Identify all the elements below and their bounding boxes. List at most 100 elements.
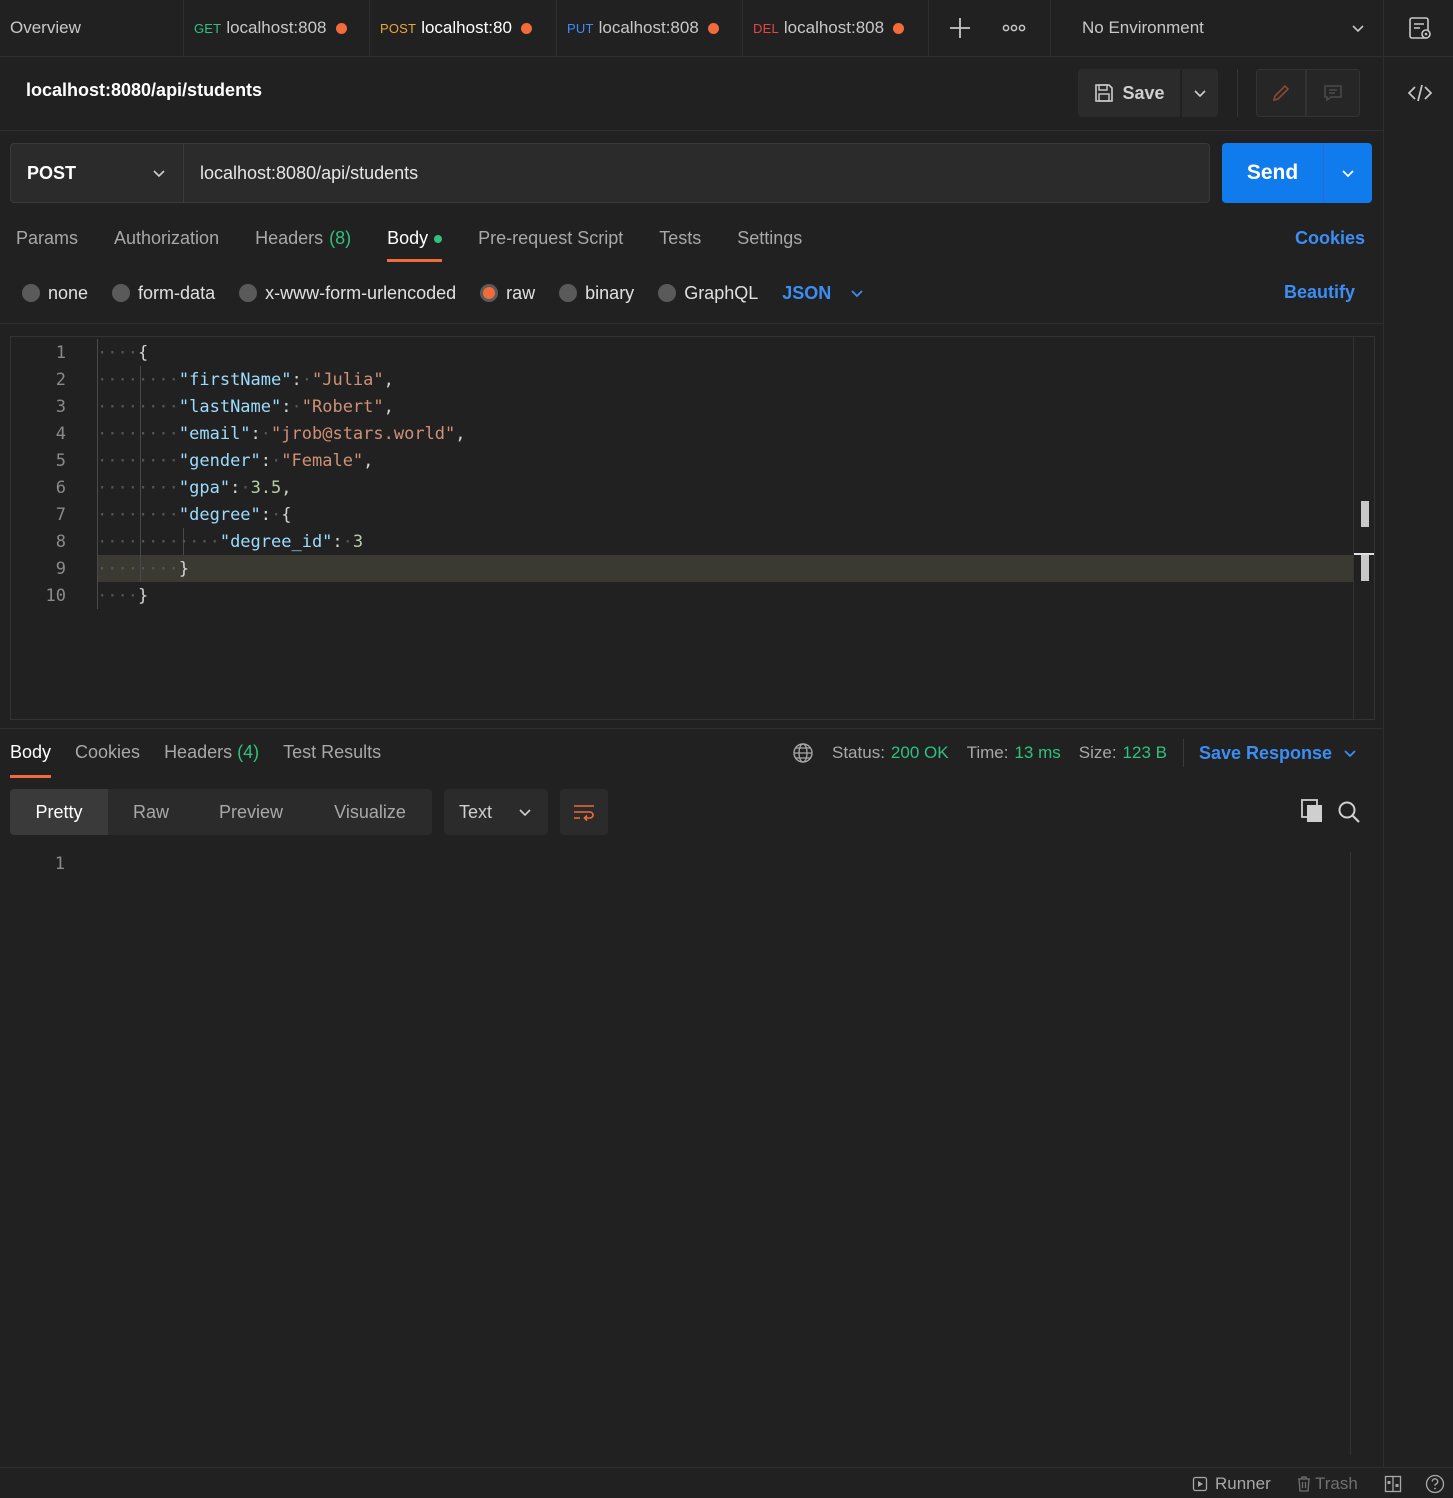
- code-line[interactable]: 4 ········"email":·"jrob@stars.world",: [11, 420, 466, 447]
- tab-params[interactable]: Params: [16, 222, 78, 262]
- tab-put-request[interactable]: PUT localhost:808: [557, 0, 743, 56]
- tab-body[interactable]: Body: [387, 222, 443, 262]
- tab-label: Headers: [164, 742, 233, 762]
- tab-method: DEL: [753, 20, 779, 36]
- code-line[interactable]: 5 ········"gender":·"Female",: [11, 447, 374, 474]
- tab-post-request[interactable]: POST localhost:80: [370, 0, 557, 56]
- status-bar: Runner Trash: [0, 1467, 1453, 1498]
- tab-settings[interactable]: Settings: [737, 222, 802, 262]
- code-token: :: [332, 531, 343, 552]
- save-response-button[interactable]: Save Response: [1199, 743, 1332, 764]
- tab-authorization[interactable]: Authorization: [114, 222, 219, 262]
- code-token: ,: [383, 369, 394, 390]
- trash-button[interactable]: Trash: [1296, 1474, 1358, 1494]
- response-tab-test-results[interactable]: Test Results: [283, 738, 381, 778]
- time-value[interactable]: 13 ms: [1014, 743, 1060, 763]
- whitespace-marker: ············: [97, 531, 220, 552]
- tab-del-request[interactable]: DEL localhost:808: [743, 0, 929, 56]
- edit-documentation-button[interactable]: [1256, 69, 1306, 117]
- editor-scrollbar[interactable]: [1353, 337, 1374, 719]
- beautify-link[interactable]: Beautify: [1284, 282, 1355, 303]
- size-value[interactable]: 123 B: [1123, 743, 1167, 763]
- comments-button[interactable]: [1306, 69, 1360, 117]
- environment-selector[interactable]: No Environment: [1066, 0, 1382, 56]
- code-line[interactable]: 2 ········"firstName":·"Julia",: [11, 366, 394, 393]
- code-token: ·: [301, 369, 312, 390]
- tab-headers[interactable]: Headers (8): [255, 222, 351, 262]
- whitespace-marker: ········: [97, 396, 179, 417]
- code-token: 3.5: [250, 477, 282, 498]
- section-divider: [0, 323, 1383, 324]
- tab-tests[interactable]: Tests: [659, 222, 701, 262]
- tab-label: Settings: [737, 228, 803, 248]
- response-tab-cookies[interactable]: Cookies: [75, 738, 140, 778]
- new-tab-plus-icon[interactable]: [946, 14, 974, 42]
- code-token: :: [281, 396, 292, 417]
- code-text: ········"gender":·"Female",: [97, 451, 373, 471]
- response-format-select[interactable]: Text: [444, 789, 548, 835]
- more-tabs-icon[interactable]: [1000, 14, 1028, 42]
- runner-button[interactable]: Runner: [1192, 1474, 1271, 1494]
- body-option-binary[interactable]: binary: [559, 283, 634, 304]
- line-number: 7: [55, 504, 66, 525]
- code-line[interactable]: 3 ········"lastName":·"Robert",: [11, 393, 394, 420]
- meta-divider: [1182, 739, 1184, 767]
- copy-icon[interactable]: [1298, 797, 1326, 825]
- code-line[interactable]: 8 ············"degree_id":·3: [11, 528, 363, 555]
- tab-overview[interactable]: Overview: [0, 0, 184, 56]
- body-option-none[interactable]: none: [22, 283, 88, 304]
- tab-pre-request-script[interactable]: Pre-request Script: [478, 222, 623, 262]
- globe-icon[interactable]: [792, 742, 814, 764]
- line-number: 9: [55, 558, 66, 579]
- body-option-urlencoded[interactable]: x-www-form-urlencoded: [239, 283, 456, 304]
- url-input[interactable]: localhost:8080/api/students: [183, 143, 1210, 203]
- response-tab-body[interactable]: Body: [10, 738, 52, 778]
- code-line[interactable]: 7 ········"degree":·{: [11, 501, 292, 528]
- cookies-link[interactable]: Cookies: [1295, 228, 1365, 249]
- response-tab-headers[interactable]: Headers (4): [164, 738, 259, 778]
- code-token: "jrob@stars.world": [271, 423, 456, 444]
- method-label: POST: [27, 162, 77, 183]
- environment-quick-look-icon[interactable]: [1406, 14, 1434, 42]
- request-title[interactable]: localhost:8080/api/students: [26, 80, 262, 101]
- code-snippet-icon[interactable]: [1406, 79, 1434, 107]
- chevron-down-icon[interactable]: [1342, 745, 1358, 761]
- send-button[interactable]: Send: [1222, 143, 1372, 203]
- body-option-raw[interactable]: raw: [480, 283, 535, 304]
- two-pane-layout-icon[interactable]: [1384, 1475, 1402, 1493]
- code-line[interactable]: 10 ····}: [11, 582, 149, 609]
- radio-icon: [22, 284, 40, 302]
- view-preview[interactable]: Preview: [194, 789, 308, 835]
- view-raw[interactable]: Raw: [108, 789, 194, 835]
- line-number: 4: [55, 423, 66, 444]
- code-text: ········}: [97, 559, 189, 579]
- code-line[interactable]: 6 ········"gpa":·3.5,: [11, 474, 292, 501]
- body-option-form-data[interactable]: form-data: [112, 283, 215, 304]
- view-pretty[interactable]: Pretty: [10, 789, 108, 835]
- save-options-button[interactable]: [1182, 69, 1218, 117]
- time-label: Time:: [966, 743, 1009, 762]
- unsaved-dot-icon: [520, 22, 532, 34]
- tab-label: Body: [387, 228, 429, 248]
- view-label: Pretty: [35, 801, 83, 822]
- request-body-editor[interactable]: 1 ····{2 ········"firstName":·"Julia", 3 ···…: [10, 336, 1375, 720]
- view-visualize[interactable]: Visualize: [308, 789, 432, 835]
- save-button[interactable]: Save: [1078, 69, 1180, 117]
- code-token: "Julia": [311, 369, 384, 390]
- response-scrollbar[interactable]: [1350, 852, 1372, 1455]
- send-options-chevron-icon[interactable]: [1324, 165, 1372, 181]
- code-line[interactable]: 1 ····{: [11, 339, 148, 366]
- code-line[interactable]: 9 ········}: [11, 555, 189, 582]
- headers-count: (8): [329, 228, 352, 248]
- body-format-select[interactable]: JSON: [782, 283, 865, 304]
- code-token: ,: [383, 396, 394, 417]
- search-icon[interactable]: [1336, 799, 1362, 825]
- play-icon: [1192, 1476, 1208, 1492]
- wrap-lines-button[interactable]: [560, 789, 608, 835]
- tab-get-request[interactable]: GET localhost:808: [184, 0, 370, 56]
- body-option-graphql[interactable]: GraphQL: [658, 283, 758, 304]
- whitespace-marker: ········: [97, 369, 179, 390]
- status-value[interactable]: 200 OK: [891, 743, 949, 763]
- help-icon[interactable]: [1425, 1474, 1445, 1494]
- method-select[interactable]: POST: [10, 143, 184, 203]
